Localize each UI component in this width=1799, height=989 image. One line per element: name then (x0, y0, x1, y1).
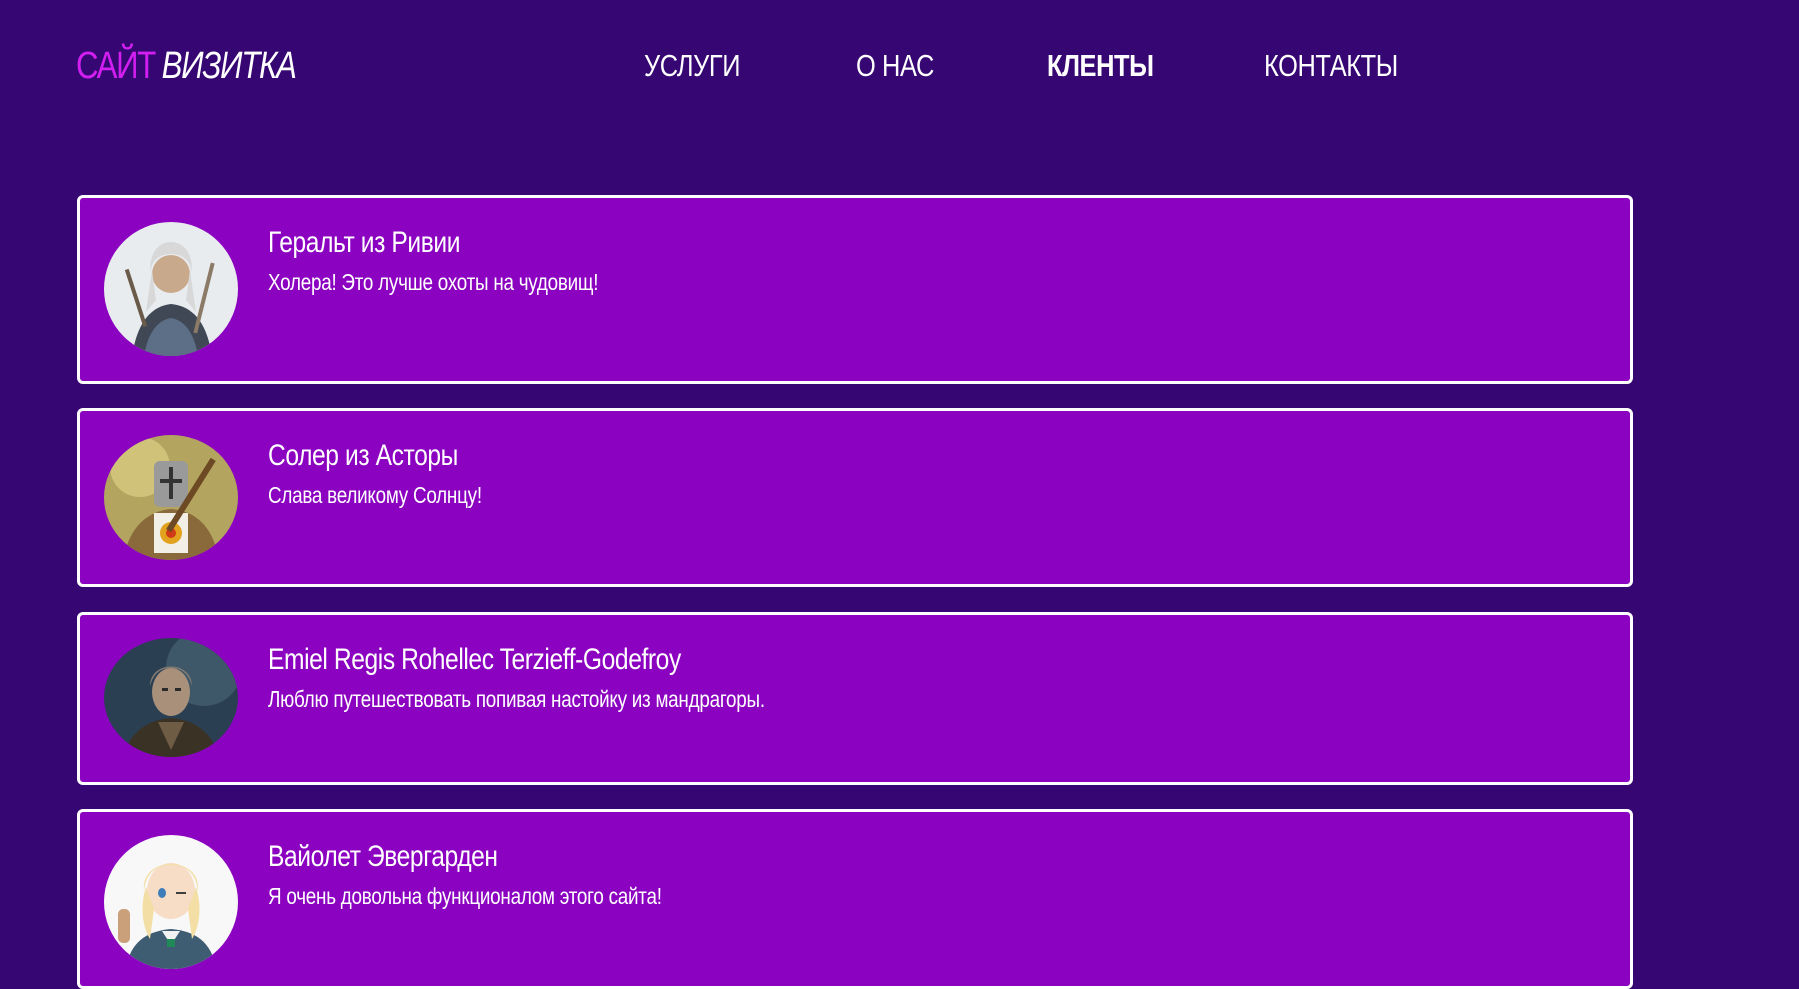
violet-avatar (104, 835, 238, 969)
client-name: Emiel Regis Rohellec Terzieff-Godefroy (268, 643, 681, 676)
client-card: Геральт из Ривии Холера! Это лучше охоты… (77, 195, 1633, 384)
logo-part1: САЙТ (76, 45, 156, 87)
violet-avatar-image (104, 835, 238, 969)
client-card: Вайолет Эвергарден Я очень довольна функ… (77, 809, 1633, 989)
site-header: САЙТ ВИЗИТКА УСЛУГИ О НАС КЛЕНТЫ КОНТАКТЫ (0, 0, 1799, 140)
nav-link-contacts[interactable]: КОНТАКТЫ (1264, 48, 1398, 84)
site-logo[interactable]: САЙТ ВИЗИТКА (76, 44, 297, 88)
geralt-avatar (104, 222, 238, 356)
nav-link-clients[interactable]: КЛЕНТЫ (1047, 48, 1154, 84)
client-quote: Я очень довольна функционалом этого сайт… (268, 883, 662, 909)
geralt-avatar-image (104, 222, 238, 356)
client-card: Emiel Regis Rohellec Terzieff-Godefroy Л… (77, 612, 1633, 785)
logo-part2: ВИЗИТКА (161, 45, 297, 87)
client-name: Геральт из Ривии (268, 226, 461, 259)
solaire-avatar (104, 435, 238, 560)
client-quote: Люблю путешествовать попивая настойку из… (268, 686, 765, 712)
client-name: Солер из Асторы (268, 439, 458, 472)
client-quote: Холера! Это лучше охоты на чудовищ! (268, 269, 599, 295)
client-quote: Слава великому Солнцу! (268, 482, 482, 508)
solaire-avatar-image (104, 435, 238, 560)
nav-link-about[interactable]: О НАС (856, 48, 934, 84)
nav-link-services[interactable]: УСЛУГИ (644, 48, 740, 84)
client-name: Вайолет Эвергарден (268, 840, 498, 873)
client-card: Солер из Асторы Слава великому Солнцу! (77, 408, 1633, 587)
regis-avatar (104, 638, 238, 757)
regis-avatar-image (104, 638, 238, 757)
